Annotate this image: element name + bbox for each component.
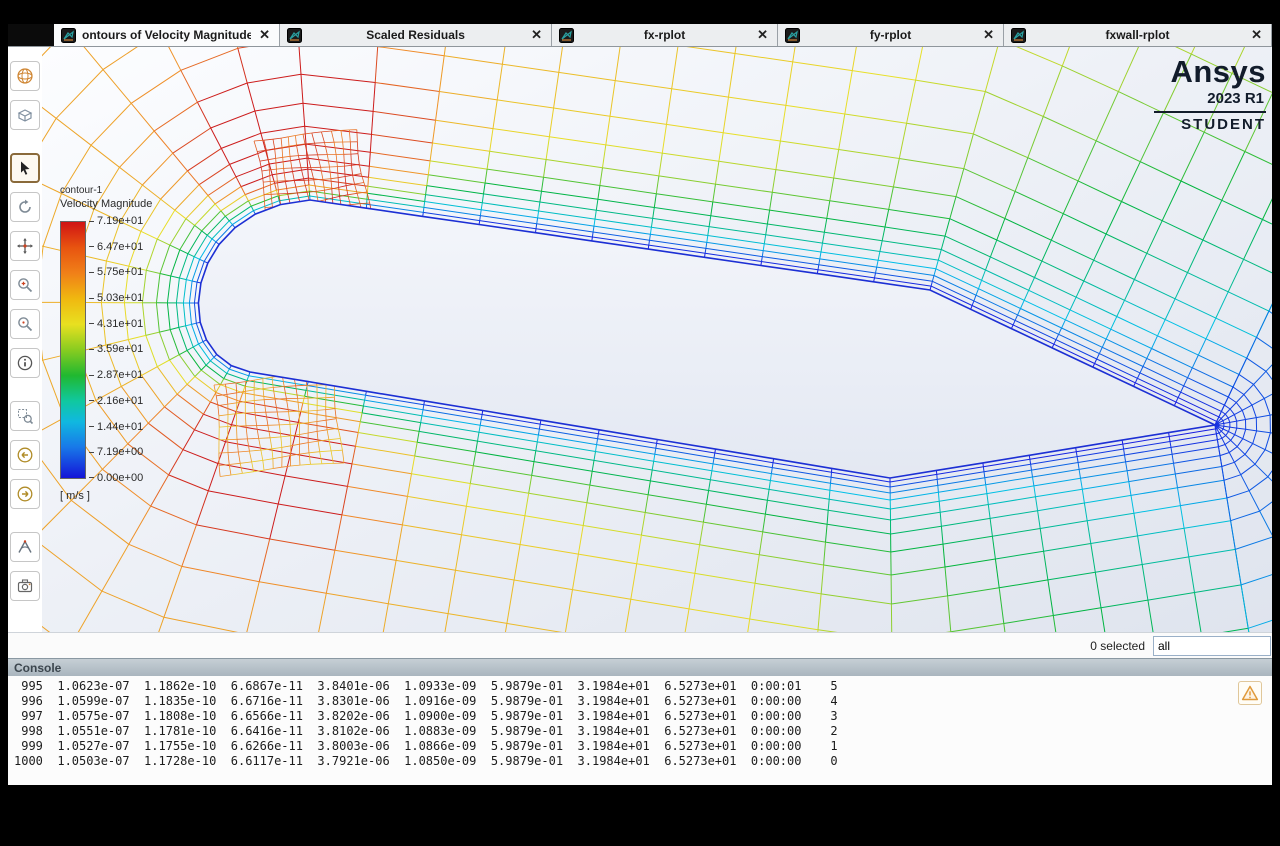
- pan-view-button[interactable]: [10, 231, 40, 261]
- info-icon: [17, 355, 33, 371]
- zoom-area-icon: [18, 409, 34, 425]
- legend-title: Velocity Magnitude: [60, 198, 153, 210]
- legend-tick-label: 7.19e+01: [89, 216, 143, 227]
- status-bar: 0 selected: [8, 632, 1272, 658]
- warning-triangle-icon: [1241, 685, 1259, 701]
- zoom-to-area-button[interactable]: [10, 401, 40, 431]
- snapshot-button[interactable]: [10, 571, 40, 601]
- rotate-view-button[interactable]: [10, 192, 40, 222]
- plot-thumbnail-icon: [785, 27, 800, 43]
- previous-view-button[interactable]: [10, 440, 40, 470]
- tab-bar-spacer: [8, 24, 54, 46]
- tab-label: fxwall-rplot: [1105, 28, 1170, 42]
- measure-button[interactable]: [10, 532, 40, 562]
- console-row: 995 1.0623e-07 1.1862e-10 6.6867e-11 3.8…: [14, 679, 838, 693]
- tab-close-icon[interactable]: ✕: [257, 27, 272, 43]
- viewport-tab[interactable]: fx-rplot ✕: [552, 24, 778, 46]
- magnifier-icon: [18, 317, 33, 332]
- circle-right-arrow-icon: [17, 486, 33, 502]
- console-header[interactable]: Console: [8, 658, 1272, 676]
- viewport-tab[interactable]: ontours of Velocity Magnitude [m/: ✕: [54, 24, 280, 46]
- legend-tick-label: 5.75e+01: [89, 267, 143, 278]
- plot-thumbnail-icon: [559, 27, 574, 43]
- next-view-button[interactable]: [10, 479, 40, 509]
- app-window: ontours of Velocity Magnitude [m/: ✕ Sca…: [8, 24, 1272, 785]
- warning-button[interactable]: [1238, 681, 1262, 705]
- legend-tick-label: 0.00e+00: [89, 472, 143, 484]
- camera-icon: [17, 579, 33, 593]
- console-title: Console: [14, 660, 62, 675]
- console-panel[interactable]: 995 1.0623e-07 1.1862e-10 6.6867e-11 3.8…: [8, 676, 1272, 785]
- console-rows: 995 1.0623e-07 1.1862e-10 6.6867e-11 3.8…: [14, 679, 1272, 769]
- tab-label: fx-rplot: [643, 28, 686, 42]
- legend-ticks: 7.19e+01 6.47e+01 5.75e+01 5.03e+01 4.31e+01…: [89, 216, 143, 484]
- select-tool-button[interactable]: [10, 153, 40, 183]
- legend-tick-label: 5.03e+01: [89, 293, 143, 304]
- legend-tick-label: 3.59e+01: [89, 344, 143, 355]
- probe-info-button[interactable]: [10, 348, 40, 378]
- plot-thumbnail-icon: [1011, 27, 1026, 43]
- left-toolbar: [8, 47, 42, 632]
- pan-arrows-icon: [17, 238, 33, 254]
- tab-close-icon[interactable]: ✕: [755, 27, 770, 43]
- plot-thumbnail-icon: [61, 27, 76, 43]
- tab-strip: ontours of Velocity Magnitude [m/: ✕ Sca…: [54, 24, 1272, 46]
- console-row: 999 1.0527e-07 1.1755e-10 6.6266e-11 3.8…: [14, 739, 838, 753]
- mesh-sphere-icon: [17, 68, 33, 84]
- console-row: 996 1.0599e-07 1.1835e-10 6.6716e-11 3.8…: [14, 694, 838, 708]
- console-row: 997 1.0575e-07 1.1808e-10 6.6566e-11 3.8…: [14, 709, 838, 723]
- view-cube-icon: [17, 109, 33, 122]
- legend-tick-label: 6.47e+01: [89, 241, 143, 253]
- console-row: 998 1.0551e-07 1.1781e-10 6.6416e-11 3.8…: [14, 724, 838, 738]
- logo-version: 2023 R1: [1207, 90, 1264, 107]
- selection-filter-input[interactable]: [1153, 635, 1271, 656]
- plot-thumbnail-icon: [287, 27, 302, 43]
- legend-tick-label: 1.44e+01: [89, 421, 143, 433]
- rotate-arrow-icon: [19, 199, 31, 213]
- legend-tick-label: 2.87e+01: [89, 370, 143, 381]
- logo-edition: STUDENT: [1181, 116, 1266, 133]
- graphics-viewport[interactable]: contour-1 Velocity Magnitude 7.19e+01 6.4…: [42, 47, 1272, 632]
- circle-left-arrow-icon: [17, 447, 33, 463]
- logo-divider: [1154, 111, 1266, 113]
- tab-bar: ontours of Velocity Magnitude [m/: ✕ Sca…: [8, 24, 1272, 47]
- zoom-tool-button[interactable]: [10, 309, 40, 339]
- zoom-in-out-button[interactable]: [10, 270, 40, 300]
- magnifier-plus-icon: [18, 278, 33, 293]
- ansys-logo: Ansys 2023 R1 STUDENT: [1154, 54, 1266, 133]
- viewport-tab[interactable]: Scaled Residuals ✕: [280, 24, 552, 46]
- colormap-bar: [60, 221, 86, 479]
- cursor-arrow-icon: [21, 161, 30, 175]
- velocity-contour-mesh: [42, 47, 1272, 632]
- logo-brand: Ansys: [1170, 54, 1266, 89]
- colormap-legend: contour-1 Velocity Magnitude 7.19e+01 6.4…: [60, 185, 152, 502]
- legend-unit: [ m/s ]: [60, 490, 90, 502]
- viewport-tab[interactable]: fy-rplot ✕: [778, 24, 1004, 46]
- viewport-tab[interactable]: fxwall-rplot ✕: [1004, 24, 1272, 46]
- main-area: contour-1 Velocity Magnitude 7.19e+01 6.4…: [8, 47, 1272, 632]
- tab-label: ontours of Velocity Magnitude [m/:: [82, 28, 252, 42]
- legend-tick-label: 2.16e+01: [89, 395, 143, 407]
- tab-label: Scaled Residuals: [366, 28, 465, 42]
- console-row: 1000 1.0503e-07 1.1728e-10 6.6117e-11 3.…: [14, 754, 838, 768]
- contour-name: contour-1: [60, 185, 103, 196]
- selected-count-label: 0 selected: [1090, 638, 1145, 653]
- tab-close-icon[interactable]: ✕: [1249, 27, 1264, 43]
- tab-close-icon[interactable]: ✕: [529, 27, 544, 43]
- mesh-display-button[interactable]: [10, 61, 40, 91]
- legend-tick-label: 4.31e+01: [89, 318, 143, 330]
- view-orientation-button[interactable]: [10, 100, 40, 130]
- legend-tick-label: 7.19e+00: [89, 447, 143, 458]
- protractor-icon: [18, 540, 32, 553]
- tab-label: fy-rplot: [869, 28, 912, 42]
- tab-close-icon[interactable]: ✕: [981, 27, 996, 43]
